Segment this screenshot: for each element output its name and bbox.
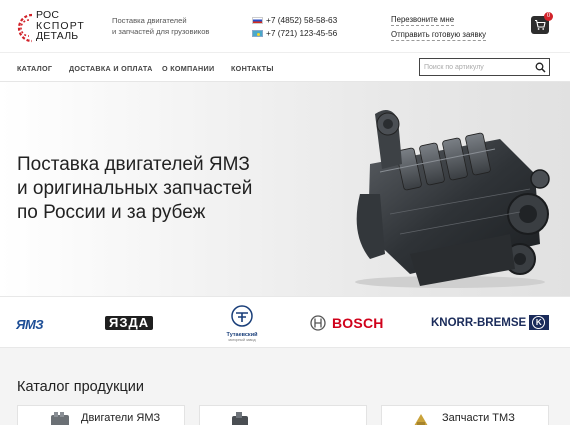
bosch-wordmark: BOSCH bbox=[332, 315, 384, 331]
callback-link[interactable]: Перезвоните мне bbox=[391, 14, 455, 26]
bosch-armature-icon bbox=[310, 315, 326, 331]
phone-number: +7 (4852) 58-58-63 bbox=[266, 15, 338, 25]
phone-kz[interactable]: +7 (721) 123-45-56 bbox=[252, 27, 337, 40]
tagline-line-2: и запчастей для грузовиков bbox=[112, 26, 210, 36]
hero-line-1: Поставка двигателей ЯМЗ bbox=[17, 154, 250, 175]
tagline-line-1: Поставка двигателей bbox=[112, 16, 187, 25]
phone-ru[interactable]: +7 (4852) 58-58-63 bbox=[252, 14, 337, 27]
catalog-card-tmz-parts[interactable]: Запчасти ТМЗ bbox=[381, 405, 549, 425]
cart-icon bbox=[535, 19, 546, 30]
phone-number: +7 (721) 123-45-56 bbox=[266, 28, 338, 38]
hero-banner: Поставка двигателей ЯМЗ и оригинальных з… bbox=[0, 82, 570, 296]
search-icon[interactable] bbox=[535, 62, 546, 73]
knorr-wordmark: KNORR-BREMSE bbox=[431, 316, 527, 329]
hero-line-2: и оригинальных запчастей bbox=[17, 178, 253, 199]
logo-mark-icon bbox=[17, 13, 33, 43]
site-header: РОС КСПОРТ ДЕТАЛЬ Поставка двигателей и … bbox=[0, 0, 570, 52]
kazakhstan-flag-icon bbox=[252, 30, 263, 37]
engine-image bbox=[355, 110, 550, 288]
brand-knorr-logo[interactable]: KNORR-BREMSE bbox=[431, 315, 550, 330]
logo-text: РОС КСПОРТ ДЕТАЛЬ bbox=[36, 10, 85, 42]
search-box bbox=[419, 58, 550, 76]
nav-catalog[interactable]: КАТАЛОГ bbox=[17, 64, 52, 73]
phone-list: +7 (4852) 58-58-63 +7 (721) 123-45-56 bbox=[252, 14, 337, 40]
part-thumbnail-icon bbox=[232, 412, 248, 425]
catalog-card-engines[interactable]: Двигатели ЯМЗ bbox=[17, 405, 185, 425]
tutaev-emblem-icon bbox=[231, 305, 253, 327]
nav-delivery[interactable]: ДОСТАВКА И ОПЛАТА bbox=[69, 64, 153, 73]
tagline: Поставка двигателей и запчастей для груз… bbox=[112, 16, 222, 37]
nav-about[interactable]: О КОМПАНИИ bbox=[162, 64, 214, 73]
search-input[interactable] bbox=[424, 61, 534, 73]
header-links: Перезвоните мне Отправить готовую заявку bbox=[391, 14, 487, 44]
engine-thumbnail-icon bbox=[51, 412, 69, 425]
catalog-card-label: Запчасти ТМЗ bbox=[442, 412, 515, 424]
brand-strip: ЯМЗ ЯЗДА Тутаевский моторный завод BOSCH… bbox=[0, 296, 570, 348]
send-request-link[interactable]: Отправить готовую заявку bbox=[391, 29, 487, 41]
tmz-part-thumbnail-icon bbox=[414, 414, 428, 425]
hero-title: Поставка двигателей ЯМЗ и оригинальных з… bbox=[17, 153, 307, 225]
logo-line-3: ДЕТАЛЬ bbox=[36, 30, 79, 42]
brand-yazda-logo[interactable]: ЯЗДА bbox=[105, 316, 154, 330]
catalog-card-label: Двигатели ЯМЗ bbox=[81, 412, 161, 424]
knorr-emblem-icon bbox=[529, 315, 550, 330]
brand-tutaev-logo[interactable]: Тутаевский моторный завод bbox=[225, 305, 259, 342]
hero-line-3: по России и за рубеж bbox=[17, 202, 206, 223]
brand-yamz-logo[interactable]: ЯМЗ bbox=[16, 317, 44, 332]
brand-bosch-logo[interactable]: BOSCH bbox=[310, 315, 384, 331]
catalog-card-2[interactable] bbox=[199, 405, 367, 425]
cart-count-badge: 0 bbox=[544, 12, 553, 21]
russia-flag-icon bbox=[252, 17, 263, 24]
nav-contacts[interactable]: КОНТАКТЫ bbox=[231, 64, 274, 73]
catalog-section: Каталог продукции Двигатели ЯМЗ Запчасти… bbox=[0, 348, 570, 425]
logo-line-1: РОС bbox=[36, 9, 60, 21]
catalog-title: Каталог продукции bbox=[17, 379, 144, 395]
logo[interactable]: РОС КСПОРТ ДЕТАЛЬ bbox=[16, 10, 106, 43]
tutaev-subtitle: моторный завод bbox=[228, 338, 256, 342]
